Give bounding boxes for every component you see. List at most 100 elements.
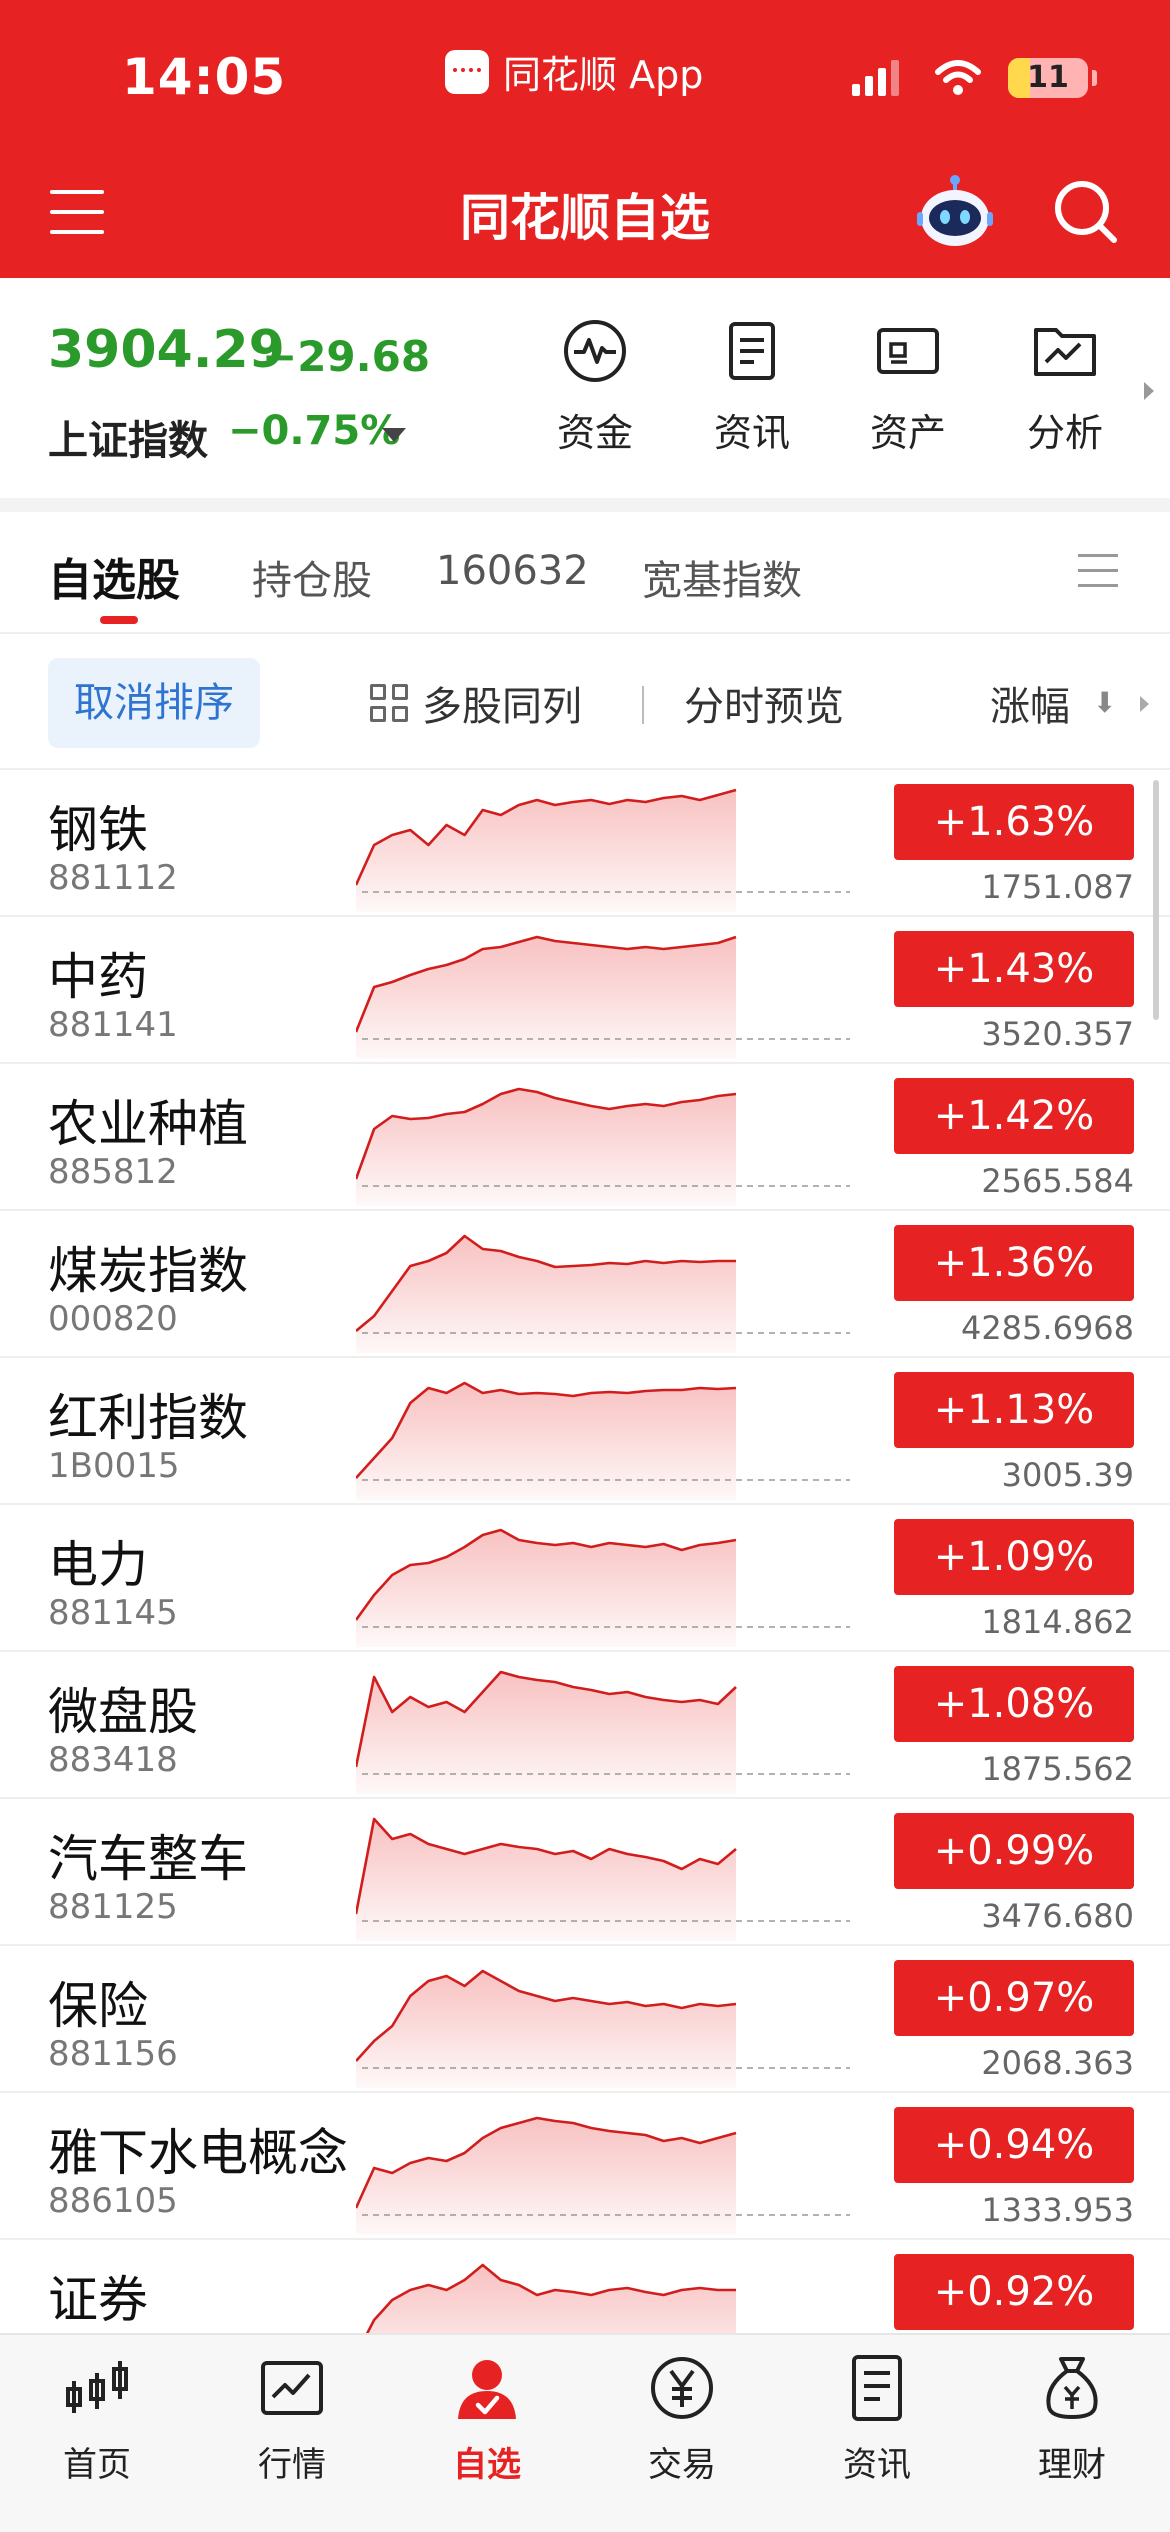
index-percent: −0.75% bbox=[228, 408, 401, 454]
quick-news-button[interactable]: 资讯 bbox=[692, 318, 812, 457]
nav-trade-label: 交易 bbox=[648, 2445, 716, 2485]
intraday-sparkline bbox=[356, 1381, 850, 1500]
status-time: 14:05 bbox=[122, 48, 287, 106]
stock-row[interactable]: 微盘股 883418 +1.08% 1875.562 bbox=[0, 1652, 1170, 1799]
chart-icon bbox=[261, 2361, 323, 2415]
stock-row[interactable]: 煤炭指数 000820 +1.36% 4285.6968 bbox=[0, 1211, 1170, 1358]
nav-news[interactable]: 资讯 bbox=[802, 2353, 952, 2486]
intraday-preview-button[interactable]: 分时预览 bbox=[684, 674, 844, 732]
stock-row[interactable]: 电力 881145 +1.09% 1814.862 bbox=[0, 1505, 1170, 1652]
assistant-robot-icon[interactable] bbox=[915, 172, 995, 252]
nav-home[interactable]: 首页 bbox=[22, 2353, 172, 2486]
nav-market[interactable]: 行情 bbox=[217, 2353, 367, 2486]
nav-watchlist[interactable]: 自选 bbox=[412, 2353, 562, 2486]
stock-row[interactable]: 保险 881156 +0.97% 2068.363 bbox=[0, 1946, 1170, 2093]
change-percent-badge[interactable]: +0.94% bbox=[894, 2107, 1134, 2183]
list-scrollbar[interactable] bbox=[1153, 780, 1159, 1020]
pulse-icon bbox=[564, 320, 626, 382]
scroll-right-arrow-icon[interactable] bbox=[1140, 696, 1149, 712]
list-toolbar: 取消排序 多股同列 分时预览 涨幅 ⬇ bbox=[0, 634, 1170, 770]
tab-holdings[interactable]: 持仓股 bbox=[252, 548, 372, 606]
nav-market-label: 行情 bbox=[258, 2445, 326, 2485]
quick-more-arrow-icon[interactable] bbox=[1144, 382, 1154, 400]
sparkline-area bbox=[356, 1530, 736, 1647]
stock-name: 煤炭指数 bbox=[48, 1242, 248, 1300]
stock-code: 885812 bbox=[48, 1152, 178, 1192]
index-name[interactable]: 上证指数 bbox=[48, 408, 208, 466]
search-icon[interactable] bbox=[1050, 176, 1120, 246]
battery-indicator: 11 bbox=[1008, 58, 1088, 98]
quick-assets-label: 资产 bbox=[869, 411, 946, 455]
index-change: −29.68 bbox=[262, 332, 431, 381]
news-document-icon bbox=[729, 322, 775, 380]
list-menu-icon bbox=[1078, 554, 1118, 557]
intraday-sparkline bbox=[356, 1670, 850, 1794]
stock-price: 4285.6968 bbox=[960, 1309, 1134, 1347]
intraday-sparkline bbox=[365, 2263, 736, 2333]
tab-watchlist[interactable]: 自选股 bbox=[48, 544, 180, 608]
money-bag-icon bbox=[1046, 2357, 1098, 2420]
multi-stock-label: 多股同列 bbox=[422, 684, 582, 730]
folder-chart-icon bbox=[1034, 328, 1096, 376]
stock-price: 2565.584 bbox=[981, 1162, 1134, 1200]
stock-name: 电力 bbox=[48, 1536, 148, 1594]
quick-funds-button[interactable]: 资金 bbox=[535, 318, 655, 457]
sort-descending-icon[interactable]: ⬇ bbox=[1093, 686, 1116, 719]
nav-trade[interactable]: 交易 bbox=[607, 2353, 757, 2486]
stock-list: 钢铁 881112 +1.63% 1751.087 中药 881141 +1.43% 3520… bbox=[0, 770, 1170, 2333]
stock-price: 3476.680 bbox=[981, 1897, 1134, 1935]
stock-name: 汽车整车 bbox=[48, 1830, 248, 1888]
multi-stock-button[interactable]: 多股同列 bbox=[370, 674, 582, 732]
tab-fund-160632[interactable]: 160632 bbox=[436, 548, 589, 594]
change-percent-badge[interactable]: +1.63% bbox=[894, 784, 1134, 860]
change-percent-badge[interactable]: +0.92% bbox=[894, 2254, 1134, 2330]
change-percent-badge[interactable]: +1.36% bbox=[894, 1225, 1134, 1301]
tab-broad-index[interactable]: 宽基指数 bbox=[642, 548, 802, 606]
stock-code: 881145 bbox=[48, 1593, 178, 1633]
stock-price: 1333.953 bbox=[981, 2191, 1134, 2229]
grid-icon bbox=[370, 684, 408, 722]
intraday-sparkline bbox=[356, 2116, 850, 2235]
cancel-sort-button[interactable]: 取消排序 bbox=[48, 658, 260, 748]
quick-funds-label: 资金 bbox=[556, 411, 633, 455]
toolbar-divider bbox=[642, 686, 644, 724]
nav-wealth[interactable]: 理财 bbox=[997, 2353, 1147, 2486]
stock-name: 微盘股 bbox=[48, 1683, 198, 1741]
change-percent-badge[interactable]: +1.13% bbox=[894, 1372, 1134, 1448]
quick-assets-button[interactable]: 资产 bbox=[848, 318, 968, 457]
stock-price: 3005.39 bbox=[1001, 1456, 1134, 1494]
quick-analysis-button[interactable]: 分析 bbox=[1005, 318, 1125, 457]
stock-name: 中药 bbox=[48, 948, 148, 1006]
index-dropdown-icon[interactable] bbox=[382, 428, 406, 442]
nav-watchlist-label: 自选 bbox=[453, 2445, 521, 2485]
stock-code: 886105 bbox=[48, 2181, 178, 2221]
change-percent-badge[interactable]: +1.09% bbox=[894, 1519, 1134, 1595]
stock-row[interactable]: 钢铁 881112 +1.63% 1751.087 bbox=[0, 770, 1170, 917]
stock-row[interactable]: 红利指数 1B0015 +1.13% 3005.39 bbox=[0, 1358, 1170, 1505]
sort-column-header[interactable]: 涨幅 bbox=[990, 674, 1070, 732]
stock-name: 证券 bbox=[48, 2271, 148, 2329]
change-percent-badge[interactable]: +0.97% bbox=[894, 1960, 1134, 2036]
intraday-sparkline bbox=[356, 1817, 850, 1941]
status-app-name: 同花顺 App bbox=[503, 53, 704, 97]
intraday-sparkline bbox=[356, 1969, 850, 2088]
battery-tip bbox=[1092, 70, 1097, 86]
change-percent-badge[interactable]: +1.43% bbox=[894, 931, 1134, 1007]
stock-name: 农业种植 bbox=[48, 1095, 248, 1153]
yuan-icon bbox=[651, 2357, 713, 2419]
status-app-indicator[interactable]: 同花顺 App bbox=[445, 44, 703, 99]
stock-row[interactable]: 中药 881141 +1.43% 3520.357 bbox=[0, 917, 1170, 1064]
intraday-sparkline bbox=[356, 788, 850, 912]
stock-row[interactable]: 雅下水电概念 886105 +0.94% 1333.953 bbox=[0, 2093, 1170, 2240]
change-percent-badge[interactable]: +1.08% bbox=[894, 1666, 1134, 1742]
market-index-bar: 3904.29 −29.68 上证指数 −0.75% 资金 资讯 资产 分析 bbox=[0, 278, 1170, 508]
tabs-menu-button[interactable] bbox=[1078, 554, 1118, 590]
stock-row[interactable]: 证券 +0.92% bbox=[0, 2240, 1170, 2333]
change-percent-badge[interactable]: +0.99% bbox=[894, 1813, 1134, 1889]
stock-row[interactable]: 汽车整车 881125 +0.99% 3476.680 bbox=[0, 1799, 1170, 1946]
wallet-icon bbox=[877, 328, 939, 374]
nav-news-label: 资讯 bbox=[843, 2445, 911, 2485]
stock-row[interactable]: 农业种植 885812 +1.42% 2565.584 bbox=[0, 1064, 1170, 1211]
change-percent-badge[interactable]: +1.42% bbox=[894, 1078, 1134, 1154]
index-value[interactable]: 3904.29 bbox=[48, 320, 285, 380]
